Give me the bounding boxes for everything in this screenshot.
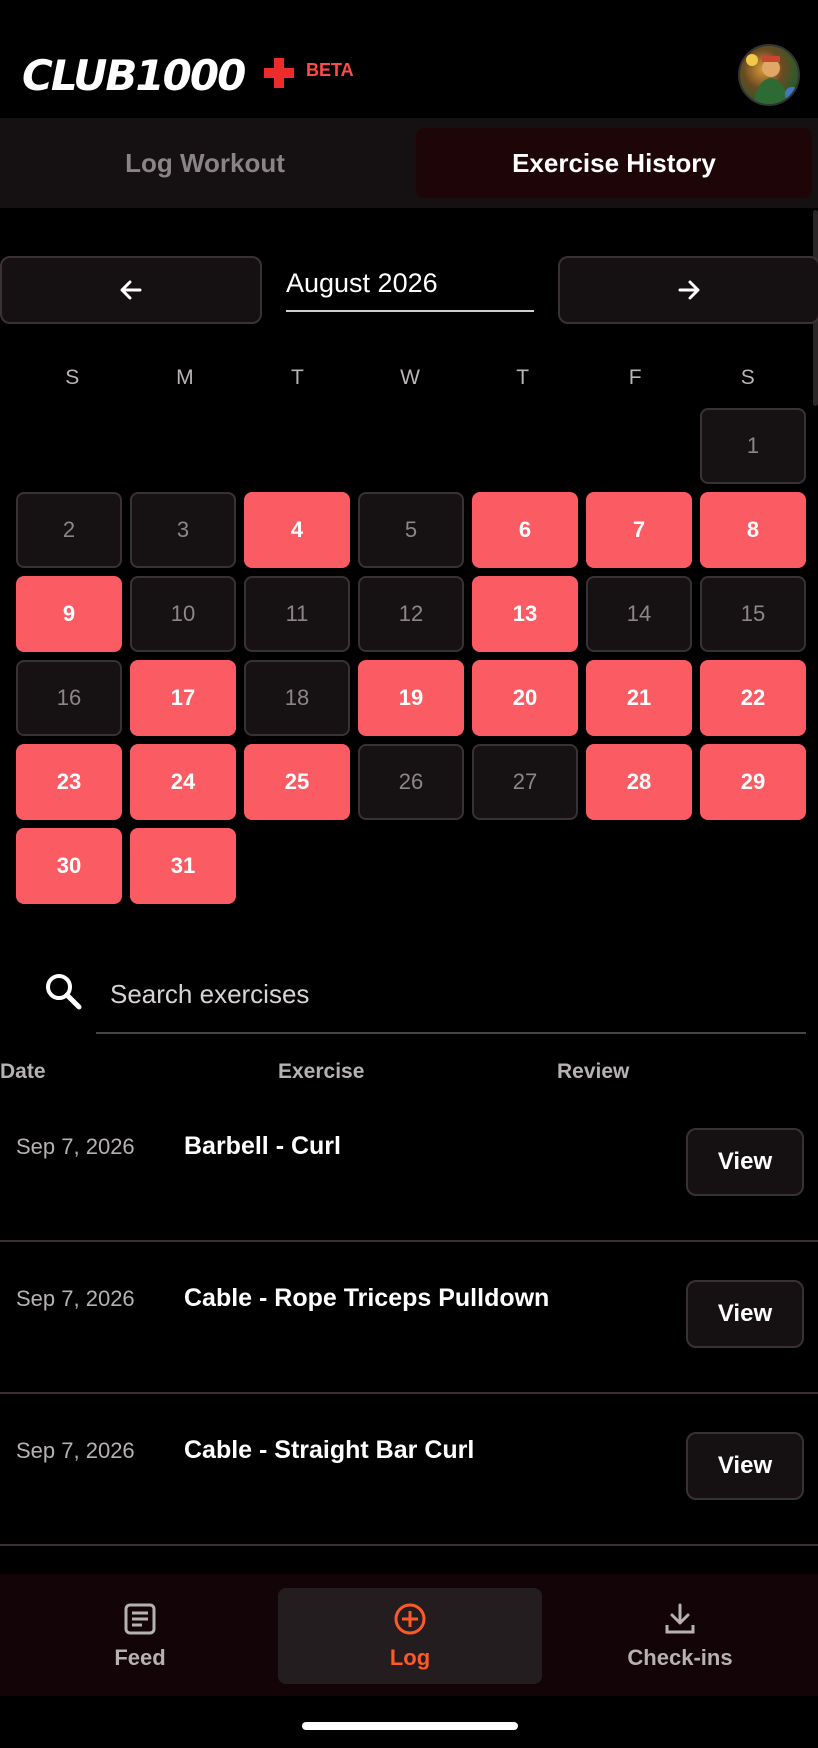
app-logo: CLUB1000 <box>22 51 246 100</box>
calendar-day[interactable]: 18 <box>244 660 350 736</box>
home-indicator <box>302 1722 518 1730</box>
weekday-label: T <box>291 366 304 389</box>
row-exercise: Cable - Rope Triceps Pulldown <box>184 1284 550 1312</box>
row-exercise: Cable - Straight Bar Curl <box>184 1436 475 1464</box>
view-button[interactable]: View <box>686 1128 804 1196</box>
table-header: Date Exercise Review <box>0 1060 818 1090</box>
calendar-day[interactable]: 13 <box>472 576 578 652</box>
previous-month-button[interactable] <box>0 256 262 324</box>
weekday-label: W <box>400 366 420 389</box>
calendar-day[interactable]: 4 <box>244 492 350 568</box>
feed-icon <box>124 1603 156 1635</box>
calendar-day[interactable]: 6 <box>472 492 578 568</box>
column-header-review[interactable]: Review <box>557 1060 629 1084</box>
calendar-day[interactable]: 1 <box>700 408 806 484</box>
next-month-button[interactable] <box>558 256 818 324</box>
tab-exercise-history[interactable]: Exercise History <box>416 128 812 198</box>
calendar-day[interactable]: 24 <box>130 744 236 820</box>
weekday-label: S <box>740 366 755 389</box>
view-button[interactable]: View <box>686 1280 804 1348</box>
month-label[interactable]: August 2026 <box>286 262 534 312</box>
search-icon <box>46 974 82 1010</box>
row-date: Sep 7, 2026 <box>16 1134 135 1159</box>
row-date: Sep 7, 2026 <box>16 1438 135 1463</box>
weekday-label: S <box>65 366 80 389</box>
month-navigation: August 2026 <box>0 256 818 326</box>
app-header: CLUB1000 BETA <box>0 0 818 118</box>
calendar-day[interactable]: 10 <box>130 576 236 652</box>
calendar-day[interactable]: 30 <box>16 828 122 904</box>
weekday-label: F <box>628 366 642 389</box>
weekday-label: T <box>516 366 530 389</box>
arrow-right-icon <box>678 280 700 300</box>
table-row: Sep 7, 2026 Cable - Rope Triceps Pulldow… <box>0 1242 818 1394</box>
bottom-navigation: Feed Log Check-ins <box>0 1574 818 1696</box>
calendar-day[interactable]: 25 <box>244 744 350 820</box>
avatar-image <box>746 54 798 104</box>
calendar-day[interactable]: 16 <box>16 660 122 736</box>
row-date: Sep 7, 2026 <box>16 1286 135 1311</box>
view-tabs: Log Workout Exercise History <box>0 118 818 208</box>
calendar-day[interactable]: 23 <box>16 744 122 820</box>
column-header-exercise[interactable]: Exercise <box>278 1060 364 1084</box>
calendar-day[interactable]: 28 <box>586 744 692 820</box>
calendar-day[interactable]: 9 <box>16 576 122 652</box>
calendar-day[interactable]: 15 <box>700 576 806 652</box>
table-row: Sep 7, 2026 Cable - Straight Bar Curl Vi… <box>0 1394 818 1546</box>
tab-log-workout[interactable]: Log Workout <box>0 128 410 198</box>
calendar-day[interactable]: 3 <box>130 492 236 568</box>
calendar-day[interactable]: 21 <box>586 660 692 736</box>
row-exercise: Barbell - Curl <box>184 1132 341 1160</box>
arrow-left-icon <box>120 280 142 300</box>
calendar-day[interactable]: 5 <box>358 492 464 568</box>
plus-circle-icon <box>394 1603 426 1635</box>
calendar-day[interactable]: 29 <box>700 744 806 820</box>
calendar-day[interactable]: 14 <box>586 576 692 652</box>
nav-item-check-ins[interactable]: Check-ins <box>580 1588 780 1684</box>
calendar-day[interactable]: 22 <box>700 660 806 736</box>
calendar-day[interactable]: 8 <box>700 492 806 568</box>
nav-item-feed[interactable]: Feed <box>40 1588 240 1684</box>
nav-item-label: Check-ins <box>627 1645 733 1670</box>
calendar-day[interactable]: 26 <box>358 744 464 820</box>
calendar-day[interactable]: 19 <box>358 660 464 736</box>
beta-badge: BETA <box>306 60 354 80</box>
calendar-day[interactable]: 27 <box>472 744 578 820</box>
logo-plus-icon <box>264 58 294 88</box>
weekday-label: M <box>176 366 194 389</box>
download-icon <box>665 1603 695 1634</box>
search-bar <box>0 954 818 1036</box>
view-button[interactable]: View <box>686 1432 804 1500</box>
calendar-day[interactable]: 7 <box>586 492 692 568</box>
calendar-day[interactable]: 17 <box>130 660 236 736</box>
search-input[interactable] <box>96 956 806 1034</box>
table-row: Sep 7, 2026 Barbell - Curl View <box>0 1090 818 1242</box>
nav-item-label: Feed <box>114 1645 166 1670</box>
nav-item-log[interactable]: Log <box>278 1588 542 1684</box>
nav-item-label: Log <box>389 1645 431 1670</box>
calendar-day[interactable]: 31 <box>130 828 236 904</box>
weekday-header: S M T W T F S <box>16 366 804 402</box>
calendar-day[interactable]: 2 <box>16 492 122 568</box>
column-header-date[interactable]: Date <box>0 1060 46 1084</box>
calendar-day[interactable]: 12 <box>358 576 464 652</box>
user-avatar[interactable] <box>738 44 800 106</box>
calendar-day[interactable]: 20 <box>472 660 578 736</box>
calendar-day[interactable]: 11 <box>244 576 350 652</box>
